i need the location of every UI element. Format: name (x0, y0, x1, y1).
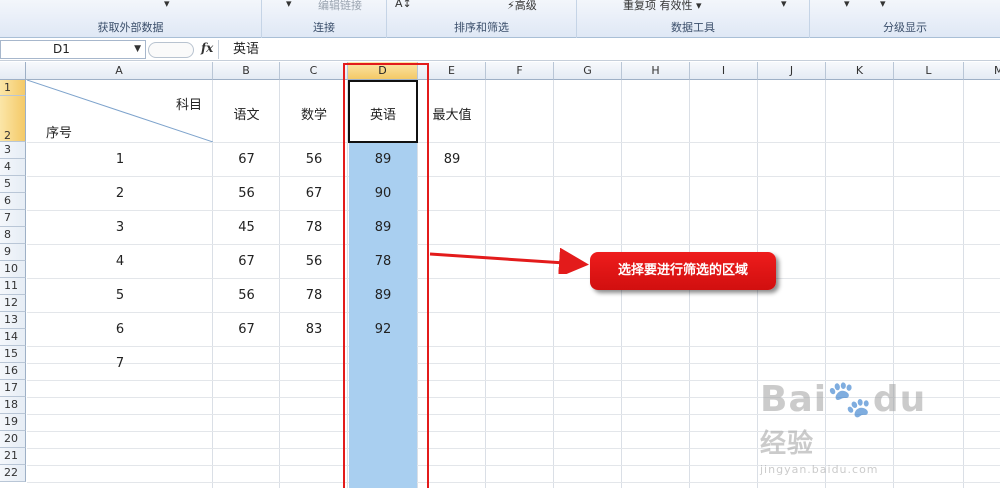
formula-bar-resize-handle[interactable] (148, 42, 194, 58)
insert-function-icon[interactable]: fx (201, 41, 213, 55)
ribbon: ▾ 获取外部数据 ▾ 编辑链接 连接 A↕ ⚡高级 排序和筛选 重复项 有效性 … (0, 0, 1000, 38)
formula-input[interactable]: 英语 (218, 40, 1000, 59)
row-header-4[interactable]: 4 (0, 159, 26, 176)
math-cell: 67 (305, 186, 323, 201)
row-header-21[interactable]: 21 (0, 448, 26, 465)
ribbon-group-external-data: ▾ 获取外部数据 (0, 0, 262, 38)
ribbon-group-label: 分级显示 (883, 21, 927, 34)
index-cell: 5 (115, 288, 125, 303)
advanced-filter-button[interactable]: ⚡高级 (507, 0, 537, 13)
english-cell: 89 (374, 220, 392, 235)
ribbon-group-label: 数据工具 (671, 21, 715, 34)
column-header-b[interactable]: B (213, 62, 280, 80)
math-cell: 78 (305, 220, 323, 235)
dropdown-arrow-icon[interactable]: ▾ (164, 0, 170, 10)
english-cell: 78 (374, 254, 392, 269)
edit-links-button[interactable]: 编辑链接 (318, 0, 362, 13)
column-header-l[interactable]: L (894, 62, 964, 80)
advanced-filter-icon: ⚡ (507, 0, 515, 12)
ribbon-group-label: 排序和筛选 (454, 21, 509, 34)
row-header-17[interactable]: 17 (0, 380, 26, 397)
row-header-5[interactable]: 5 (0, 176, 26, 193)
column-header-a[interactable]: A (26, 62, 213, 80)
header-index-label: 序号 (46, 126, 73, 141)
row-header-3[interactable]: 3 (0, 142, 26, 159)
column-header-c[interactable]: C (280, 62, 348, 80)
english-cell: 89 (374, 152, 392, 167)
english-cell: 89 (374, 288, 392, 303)
column-header-g[interactable]: G (554, 62, 622, 80)
chinese-cell: 67 (238, 254, 255, 269)
chinese-cell: 45 (238, 220, 255, 235)
chevron-down-icon[interactable]: ▼ (134, 41, 141, 58)
arrow-icon (429, 248, 589, 274)
row-header-19[interactable]: 19 (0, 414, 26, 431)
chinese-cell: 67 (238, 152, 255, 167)
index-cell: 2 (115, 186, 125, 201)
row-header-11[interactable]: 11 (0, 278, 26, 295)
column-header-k[interactable]: K (826, 62, 894, 80)
formula-bar: D1 ▼ fx 英语 (0, 39, 1000, 61)
row-header-7[interactable]: 7 (0, 210, 26, 227)
ribbon-group-label: 连接 (313, 21, 335, 34)
row-header-18[interactable]: 18 (0, 397, 26, 414)
max-cell: 89 (443, 152, 461, 167)
watermark: Bai🐾du 经验 jingyan.baidu.com (760, 379, 927, 476)
math-cell: 78 (305, 288, 323, 303)
header-chinese: 语文 (233, 108, 260, 123)
english-cell: 92 (374, 322, 392, 337)
row-header-16[interactable]: 16 (0, 363, 26, 380)
dropdown-arrow-icon[interactable]: ▾ (781, 0, 787, 10)
annotation-callout: 选择要进行筛选的区域 (590, 252, 776, 290)
ribbon-group-data-tools: 重复项 有效性 ▾ ▾ 数据工具 (577, 0, 810, 38)
row-header-22[interactable]: 22 (0, 465, 26, 482)
math-cell: 83 (305, 322, 323, 337)
row-header-2[interactable]: 2 (0, 96, 26, 142)
paw-icon: 🐾 (827, 379, 873, 420)
row-header-9[interactable]: 9 (0, 244, 26, 261)
sort-icon[interactable]: A↕ (395, 0, 412, 10)
row-header-6[interactable]: 6 (0, 193, 26, 210)
ribbon-group-connections: ▾ 编辑链接 连接 (262, 0, 387, 38)
dropdown-arrow-icon[interactable]: ▾ (844, 0, 850, 10)
header-english: 英语 (369, 108, 396, 123)
column-header-d[interactable]: D (348, 62, 418, 80)
chinese-cell: 56 (238, 288, 255, 303)
index-cell: 7 (115, 356, 125, 371)
index-cell: 6 (115, 322, 125, 337)
index-cell: 1 (115, 152, 125, 167)
column-header-m[interactable]: M (964, 62, 1000, 80)
select-all-corner[interactable] (0, 62, 26, 80)
header-math: 数学 (300, 108, 327, 123)
ribbon-group-label: 获取外部数据 (97, 21, 164, 34)
column-header-e[interactable]: E (418, 62, 486, 80)
row-header-20[interactable]: 20 (0, 431, 26, 448)
row-header-13[interactable]: 13 (0, 312, 26, 329)
header-max: 最大值 (432, 108, 472, 123)
ribbon-group-outline: ▾ ▾ 分级显示 (810, 0, 1000, 38)
chinese-cell: 56 (238, 186, 255, 201)
row-header-14[interactable]: 14 (0, 329, 26, 346)
header-subject-label: 科目 (176, 98, 203, 113)
row-header-8[interactable]: 8 (0, 227, 26, 244)
remove-duplicates-validation-button[interactable]: 重复项 有效性 ▾ (623, 0, 702, 13)
dropdown-arrow-icon[interactable]: ▾ (880, 0, 886, 10)
index-cell: 4 (115, 254, 125, 269)
column-header-h[interactable]: H (622, 62, 690, 80)
english-cell: 90 (374, 186, 392, 201)
row-header-12[interactable]: 12 (0, 295, 26, 312)
row-header-10[interactable]: 10 (0, 261, 26, 278)
column-header-j[interactable]: J (758, 62, 826, 80)
dropdown-arrow-icon[interactable]: ▾ (286, 0, 292, 10)
chinese-cell: 67 (238, 322, 255, 337)
row-header-1[interactable]: 1 (0, 80, 26, 96)
row-header-15[interactable]: 15 (0, 346, 26, 363)
math-cell: 56 (305, 152, 323, 167)
name-box[interactable]: D1 ▼ (0, 40, 146, 59)
column-header-f[interactable]: F (486, 62, 554, 80)
ribbon-group-sort-filter: A↕ ⚡高级 排序和筛选 (387, 0, 577, 38)
math-cell: 56 (305, 254, 323, 269)
index-cell: 3 (115, 220, 125, 235)
column-header-i[interactable]: I (690, 62, 758, 80)
